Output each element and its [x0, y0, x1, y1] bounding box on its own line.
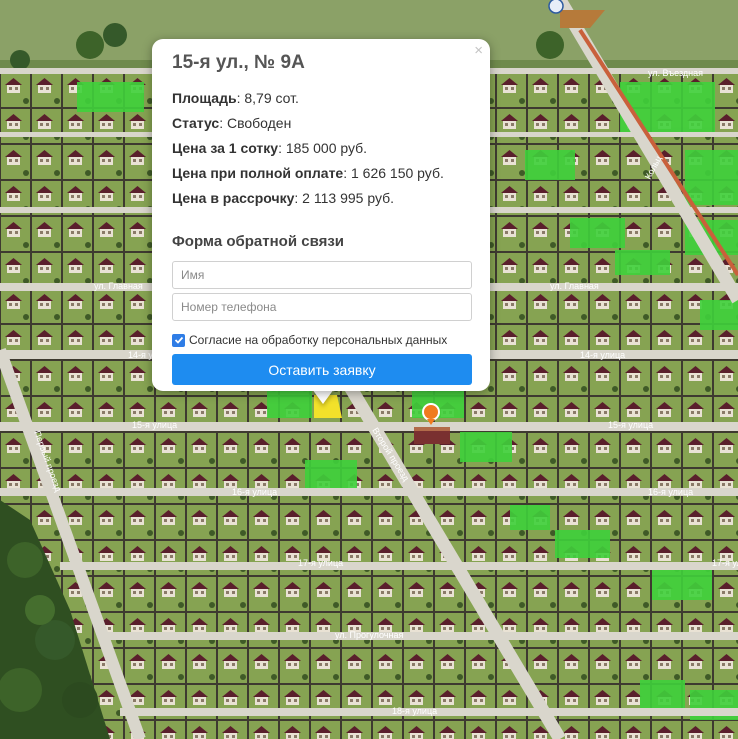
street-label-walk: ул. Прогулочная: [335, 630, 403, 640]
street-label-main-left: ул. Главная: [94, 281, 143, 291]
plot-info-popup: × 15-я ул., № 9А Площадь: 8,79 сот. Стат…: [152, 39, 490, 391]
price-per-sotka-row: Цена за 1 сотку: 185 000 руб.: [172, 136, 470, 161]
price-installment-row: Цена в рассрочку: 2 113 995 руб.: [172, 186, 470, 211]
price-installment-value: : 2 113 995 руб.: [294, 190, 395, 206]
status-row: Статус: Свободен: [172, 111, 470, 136]
area-row: Площадь: 8,79 сот.: [172, 86, 470, 111]
street-label-17-right: 17-я улица: [712, 558, 738, 568]
checkmark-icon: [174, 336, 183, 344]
submit-request-button[interactable]: Оставить заявку: [172, 354, 472, 385]
price-full-value: : 1 626 150 руб.: [343, 165, 444, 181]
feedback-form-title: Форма обратной связи: [172, 233, 345, 250]
popup-pointer: [312, 389, 334, 404]
street-label-entry: ул. Въездная: [648, 68, 703, 78]
area-label: Площадь: [172, 90, 237, 106]
name-input[interactable]: [172, 261, 472, 289]
price-per-sotka-value: : 185 000 руб.: [278, 140, 368, 156]
price-full-row: Цена при полной оплате: 1 626 150 руб.: [172, 161, 470, 186]
street-label-17-left: 17-я улица: [298, 558, 343, 568]
street-label-15-right: 15-я улица: [608, 420, 653, 430]
status-value: : Свободен: [219, 115, 292, 131]
consent-label[interactable]: Согласие на обработку персональных данны…: [189, 333, 447, 347]
street-label-18: 18-я улица: [392, 706, 437, 716]
price-per-sotka-label: Цена за 1 сотку: [172, 140, 279, 156]
street-label-main-right: ул. Главная: [550, 281, 599, 291]
area-value: : 8,79 сот.: [236, 90, 299, 106]
price-full-label: Цена при полной оплате: [172, 165, 344, 181]
street-label-15-left: 15-я улица: [132, 420, 177, 430]
consent-row: Согласие на обработку персональных данны…: [172, 330, 470, 350]
popup-title: 15-я ул., № 9А: [172, 52, 305, 73]
street-label-16-right: 16-я улица: [648, 487, 693, 497]
consent-checkbox[interactable]: [172, 333, 185, 347]
price-installment-label: Цена в рассрочку: [172, 190, 295, 206]
street-label-14-right: 14-я улица: [580, 350, 625, 360]
status-label: Статус: [172, 115, 220, 131]
street-label-16-left: 16-я улица: [232, 487, 277, 497]
phone-input[interactable]: [172, 293, 472, 321]
close-icon[interactable]: ×: [474, 43, 483, 58]
